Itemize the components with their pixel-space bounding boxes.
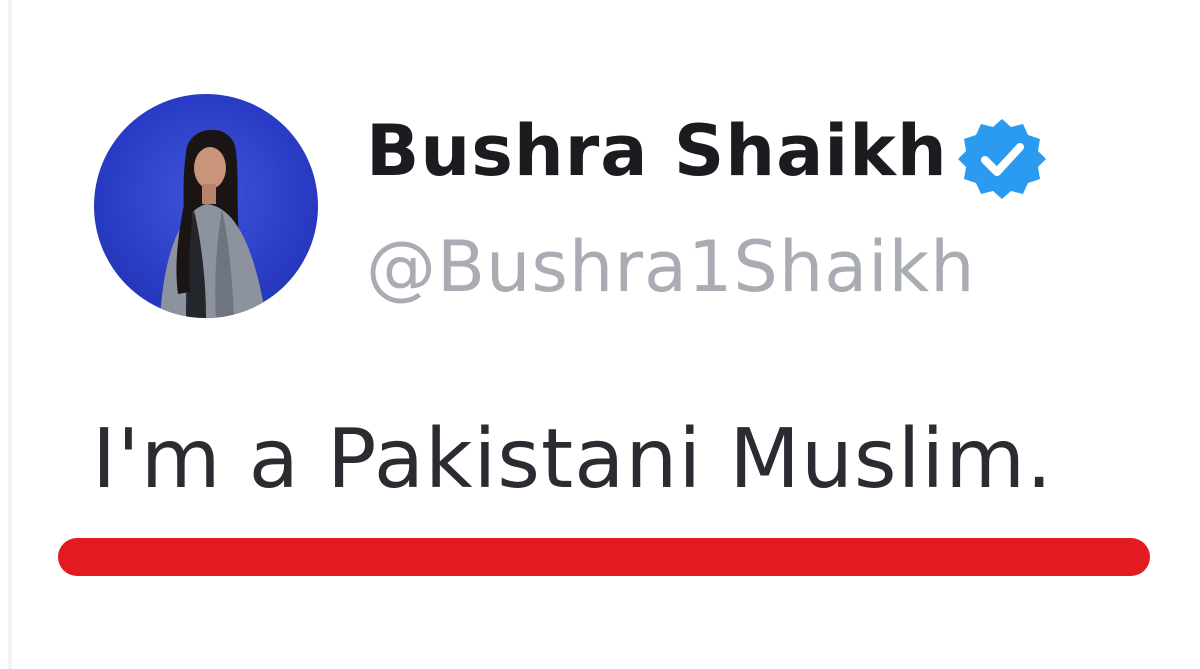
avatar-photo <box>160 129 266 318</box>
verified-badge-icon <box>958 119 1046 199</box>
tweet-text: I'm a Pakistani Muslim. <box>92 412 1054 507</box>
avatar[interactable] <box>94 94 318 318</box>
display-name[interactable]: Bushra Shaikh <box>366 106 948 196</box>
tweet-screenshot: Bushra Shaikh @Bushra1Shaikh I'm a Pakis… <box>0 0 1200 669</box>
red-underline-annotation <box>58 538 1150 576</box>
edge-divider <box>8 0 12 669</box>
user-handle[interactable]: @Bushra1Shaikh <box>366 222 975 312</box>
